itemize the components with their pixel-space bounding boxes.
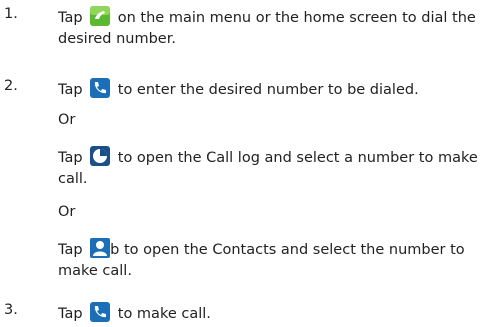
step-number: 3. (4, 302, 18, 318)
step-text: Tap to make call. (58, 302, 504, 325)
alt-1: Tap to open the Call log and select a nu… (58, 146, 504, 190)
dialer-icon (90, 78, 111, 98)
step-number: 2. (4, 78, 18, 94)
alt-2-text: b to open the Contacts and select the nu… (110, 242, 465, 258)
tap-word: Tap (58, 10, 83, 26)
tap-word: Tap (58, 306, 83, 322)
tap-word: Tap (58, 150, 83, 166)
step-number: 1. (4, 6, 18, 22)
alt-1-cont: call. (58, 171, 88, 187)
or-1: Or (58, 112, 76, 128)
phone-app-icon (90, 6, 111, 26)
step-text: Tap on the main menu or the home screen … (58, 6, 504, 50)
step-3-text: to make call. (117, 306, 211, 322)
step-2-text: to enter the desired number to be dialed… (117, 82, 419, 98)
tap-word: Tap (58, 82, 83, 98)
or-2: Or (58, 204, 76, 220)
alt-2: Tap b to open the Contacts and select th… (58, 238, 504, 282)
alt-1-text: to open the Call log and select a number… (117, 150, 478, 166)
contacts-icon (90, 238, 111, 258)
step-text: Tap to enter the desired number to be di… (58, 78, 504, 101)
tap-word: Tap (58, 242, 83, 258)
step-1-text: on the main menu or the home screen to d… (117, 10, 476, 26)
call-log-icon (90, 146, 111, 166)
dialer-icon (90, 302, 111, 322)
step-1-cont: desired number. (58, 31, 176, 47)
alt-2-cont: make call. (58, 263, 132, 279)
